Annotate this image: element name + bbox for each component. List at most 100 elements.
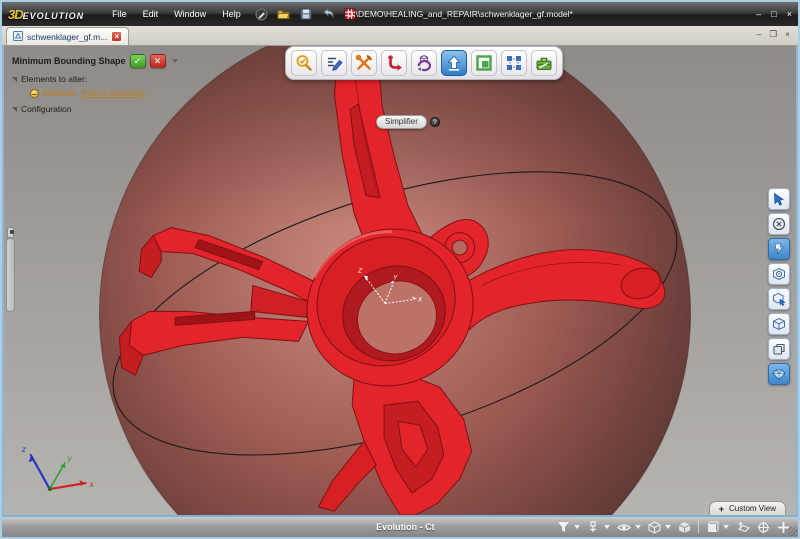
menu-help[interactable]: Help — [222, 9, 241, 19]
batch-process-icon — [505, 54, 523, 72]
tooltip-label: Simplifier — [376, 115, 427, 129]
close-button[interactable]: × — [787, 9, 792, 19]
batch-process-button[interactable] — [501, 50, 527, 76]
tooltip-help-icon[interactable]: ? — [430, 117, 440, 127]
analyzer-button[interactable] — [291, 50, 317, 76]
maximize-button[interactable]: □ — [771, 9, 776, 19]
annotate-icon[interactable] — [255, 8, 268, 21]
world-axis-y-label: y — [67, 454, 73, 463]
simplifier-button[interactable] — [441, 50, 467, 76]
save-icon[interactable] — [300, 8, 312, 20]
filter-dropdown-icon[interactable] — [574, 525, 580, 529]
view-cube-pick-icon — [772, 292, 786, 306]
compare-refresh-button[interactable] — [411, 50, 437, 76]
configuration-section-label: Configuration — [21, 104, 72, 114]
viewport-3d[interactable]: Z Y X z y x Minimum Bou — [2, 46, 798, 515]
material-render-button[interactable] — [768, 363, 790, 385]
visibility-dropdown-icon[interactable] — [635, 525, 641, 529]
defeaturing-button[interactable] — [471, 50, 497, 76]
view-cube-iso-button[interactable] — [768, 313, 790, 335]
part-or-assembly-link[interactable]: Part or Assembly — [82, 88, 146, 98]
main-toolbar — [285, 46, 563, 80]
statusbar-icons — [557, 521, 790, 534]
clean-tool-button[interactable] — [768, 238, 790, 260]
titlebar-quick-icons — [255, 8, 356, 21]
clip-plane-icon[interactable] — [736, 521, 750, 533]
tab-close-icon[interactable]: × — [111, 31, 122, 42]
repair-tools-icon — [355, 54, 373, 72]
mdi-close-button[interactable]: × — [785, 29, 790, 40]
world-triad — [29, 455, 86, 491]
analyzer-icon — [295, 54, 313, 72]
repair-tools-button[interactable] — [351, 50, 377, 76]
toolbox-icon — [535, 54, 553, 72]
healing-export-icon — [385, 54, 403, 72]
clip-slider-knob[interactable] — [7, 227, 14, 238]
pin-icon[interactable] — [587, 521, 600, 533]
configuration-expander-icon[interactable] — [12, 107, 17, 112]
layers-button[interactable] — [768, 338, 790, 360]
document-tabbar: schwenklager_gf.m... × – ❐ × — [2, 26, 798, 46]
menubar: File Edit Window Help — [112, 9, 241, 19]
select-cursor-icon — [772, 192, 786, 206]
bounding-box-icon[interactable] — [706, 521, 719, 534]
menu-edit[interactable]: Edit — [143, 9, 159, 19]
render-dropdown-icon[interactable] — [665, 525, 671, 529]
menu-file[interactable]: File — [112, 9, 127, 19]
tab-label: schwenklager_gf.m... — [27, 32, 107, 42]
titlebar: 3D EVOLUTION File Edit Window Help D:\DE… — [2, 2, 798, 26]
toolbox-button[interactable] — [531, 50, 557, 76]
edit-parameters-icon — [325, 54, 343, 72]
view-cube-face-button[interactable] — [768, 263, 790, 285]
edit-parameters-button[interactable] — [321, 50, 347, 76]
visibility-eye-icon[interactable] — [617, 522, 631, 533]
statusbar-separator — [698, 521, 699, 533]
pin-dropdown-icon[interactable] — [604, 525, 610, 529]
box-dropdown-icon[interactable] — [723, 525, 729, 529]
elements-expander-icon[interactable] — [12, 77, 17, 82]
view-cube-pick-button[interactable] — [768, 288, 790, 310]
instance-sphere-icon — [30, 89, 39, 98]
add-view-icon[interactable]: + — [719, 504, 724, 514]
origin-target-icon[interactable] — [757, 521, 770, 534]
mdi-minimize-button[interactable]: – — [757, 29, 762, 40]
filter-icon[interactable] — [557, 521, 570, 533]
mdi-restore-button[interactable]: ❐ — [769, 29, 777, 40]
healing-export-button[interactable] — [381, 50, 407, 76]
world-axis-x-label: x — [89, 480, 95, 489]
mdi-window-controls: – ❐ × — [757, 29, 790, 40]
status-text: Evolution - Ct — [376, 522, 435, 532]
select-cursor-button[interactable] — [768, 188, 790, 210]
apply-check-button[interactable]: ✓ — [130, 54, 146, 68]
simplifier-tooltip: Simplifier ? — [376, 115, 440, 129]
bounding-shape-panel: Minimum Bounding Shape ✓ ✕ Elements to a… — [12, 54, 242, 114]
clip-slider[interactable] — [6, 238, 15, 312]
deselect-icon — [772, 217, 786, 231]
undo-icon[interactable] — [321, 8, 335, 20]
app-logo: 3D EVOLUTION — [8, 7, 84, 22]
instance-prefix-label: Instance, — [43, 88, 78, 98]
window-controls: – □ × — [756, 9, 792, 19]
wireframe-cube-icon[interactable] — [648, 521, 661, 534]
statusbar: Evolution - Ct — [2, 515, 798, 537]
resize-grip[interactable] — [788, 527, 797, 536]
app-window: 3D EVOLUTION File Edit Window Help D:\DE… — [0, 0, 800, 539]
panel-title: Minimum Bounding Shape — [12, 56, 126, 66]
logo-3d: 3D — [8, 7, 23, 22]
deselect-button[interactable] — [768, 213, 790, 235]
custom-view-tab[interactable]: + Custom View — [709, 501, 786, 515]
view-cube-face-icon — [772, 267, 786, 281]
materials-table-icon[interactable] — [344, 8, 356, 20]
center-axis-x-label: X — [417, 296, 423, 303]
elements-section-label: Elements to alter: — [21, 74, 87, 84]
solid-cube-icon[interactable] — [678, 521, 691, 534]
panel-options-caret-icon[interactable] — [172, 59, 178, 63]
menu-window[interactable]: Window — [174, 9, 206, 19]
cancel-x-button[interactable]: ✕ — [150, 54, 166, 68]
logo-evolution: EVOLUTION — [23, 11, 85, 21]
document-tab[interactable]: schwenklager_gf.m... × — [6, 27, 129, 45]
material-render-icon — [772, 367, 786, 381]
open-folder-icon[interactable] — [277, 8, 291, 20]
minimize-button[interactable]: – — [756, 9, 761, 19]
layers-icon — [772, 342, 786, 356]
